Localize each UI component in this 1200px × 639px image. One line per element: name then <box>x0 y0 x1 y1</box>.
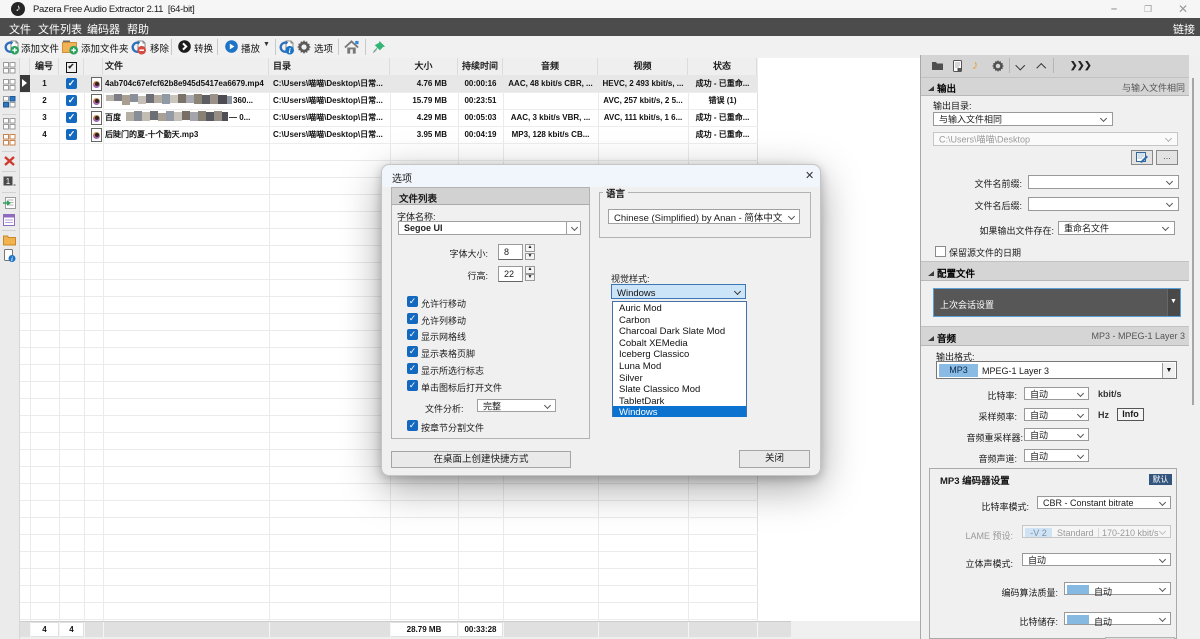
svg-text:1: 1 <box>6 177 11 186</box>
